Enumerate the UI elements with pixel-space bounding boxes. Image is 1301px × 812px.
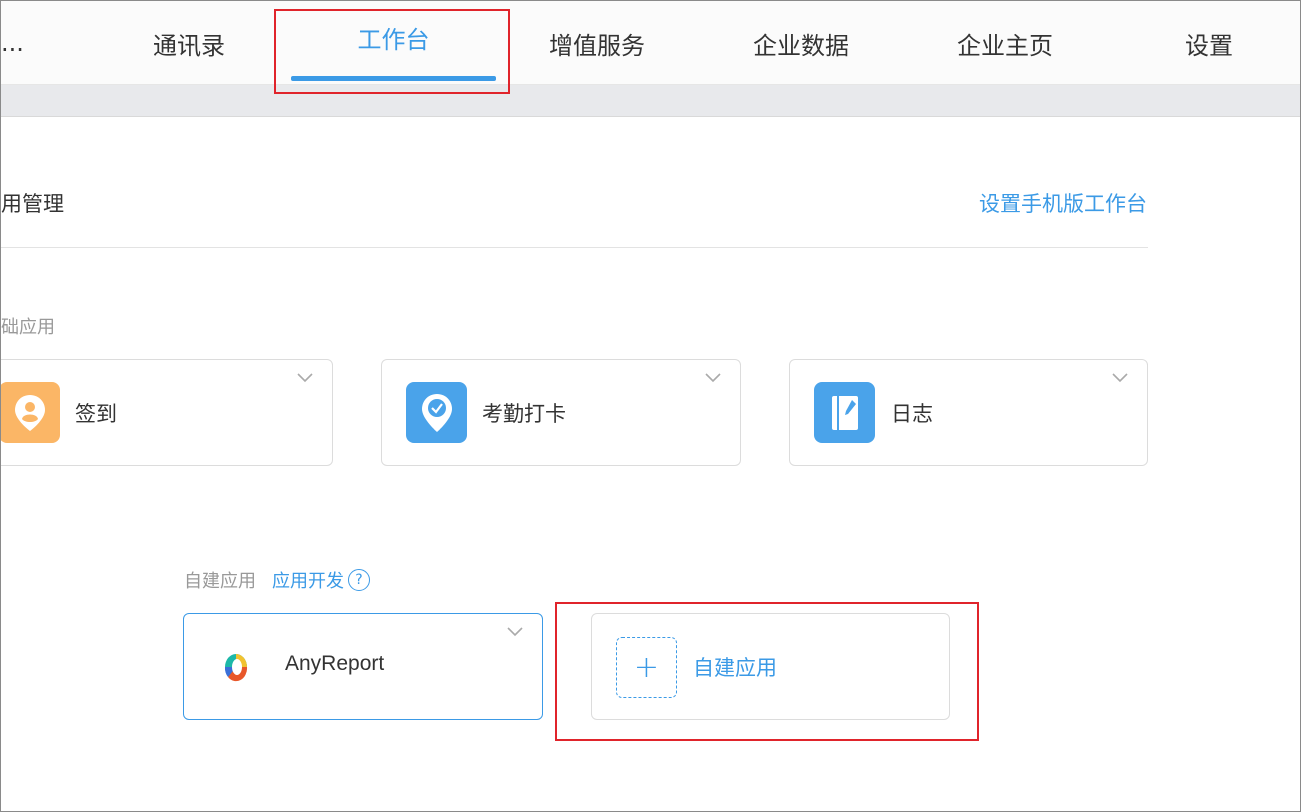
app-name: 考勤打卡 bbox=[482, 402, 566, 426]
tab-value-added-services[interactable]: 增值服务 bbox=[529, 1, 665, 85]
tab-enterprise-data[interactable]: 企业数据 bbox=[733, 1, 869, 85]
app-development-link[interactable]: 应用开发 ? bbox=[272, 567, 370, 593]
app-card-journal[interactable]: 日志 bbox=[789, 359, 1148, 466]
app-name: 签到 bbox=[75, 402, 117, 426]
app-name: 日志 bbox=[891, 402, 933, 426]
chevron-down-icon[interactable] bbox=[1111, 372, 1129, 384]
tab-contacts[interactable]: 通讯录 bbox=[121, 1, 257, 85]
tab-enterprise-homepage[interactable]: 企业主页 bbox=[937, 1, 1073, 85]
chevron-down-icon[interactable] bbox=[296, 372, 314, 384]
section-divider bbox=[1, 247, 1148, 248]
person-pin-icon bbox=[1, 382, 60, 443]
anyreport-logo-icon bbox=[222, 651, 250, 683]
plus-icon: + bbox=[616, 637, 677, 698]
tab-settings[interactable]: 设置 bbox=[1141, 1, 1277, 85]
nav-overflow[interactable]: ... bbox=[1, 1, 29, 85]
tab-workbench[interactable]: 工作台 bbox=[291, 1, 496, 85]
add-custom-app-label: 自建应用 bbox=[693, 656, 777, 680]
help-icon[interactable]: ? bbox=[348, 569, 370, 591]
app-card-attendance[interactable]: 考勤打卡 bbox=[381, 359, 741, 466]
app-window: ... 通讯录 工作台 增值服务 企业数据 企业主页 设置 用管理 设置手机版工… bbox=[0, 0, 1301, 812]
chevron-down-icon[interactable] bbox=[506, 626, 524, 638]
app-development-label: 应用开发 bbox=[272, 571, 344, 592]
mobile-workbench-link[interactable]: 设置手机版工作台 bbox=[979, 188, 1147, 218]
subheader-band bbox=[1, 85, 1300, 117]
app-card-anyreport[interactable]: AnyReport bbox=[183, 613, 543, 720]
basic-apps-label: 础应用 bbox=[1, 317, 55, 338]
custom-apps-label: 自建应用 bbox=[184, 571, 256, 592]
notebook-pen-icon bbox=[814, 382, 875, 443]
chevron-down-icon[interactable] bbox=[704, 372, 722, 384]
add-custom-app-button[interactable]: + 自建应用 bbox=[591, 613, 950, 720]
top-navigation: ... 通讯录 工作台 增值服务 企业数据 企业主页 设置 bbox=[1, 1, 1300, 85]
app-card-signin[interactable]: 签到 bbox=[1, 359, 333, 466]
page-title: 用管理 bbox=[1, 192, 64, 216]
location-check-icon bbox=[406, 382, 467, 443]
app-name: AnyReport bbox=[285, 652, 385, 675]
active-tab-indicator bbox=[291, 76, 496, 81]
